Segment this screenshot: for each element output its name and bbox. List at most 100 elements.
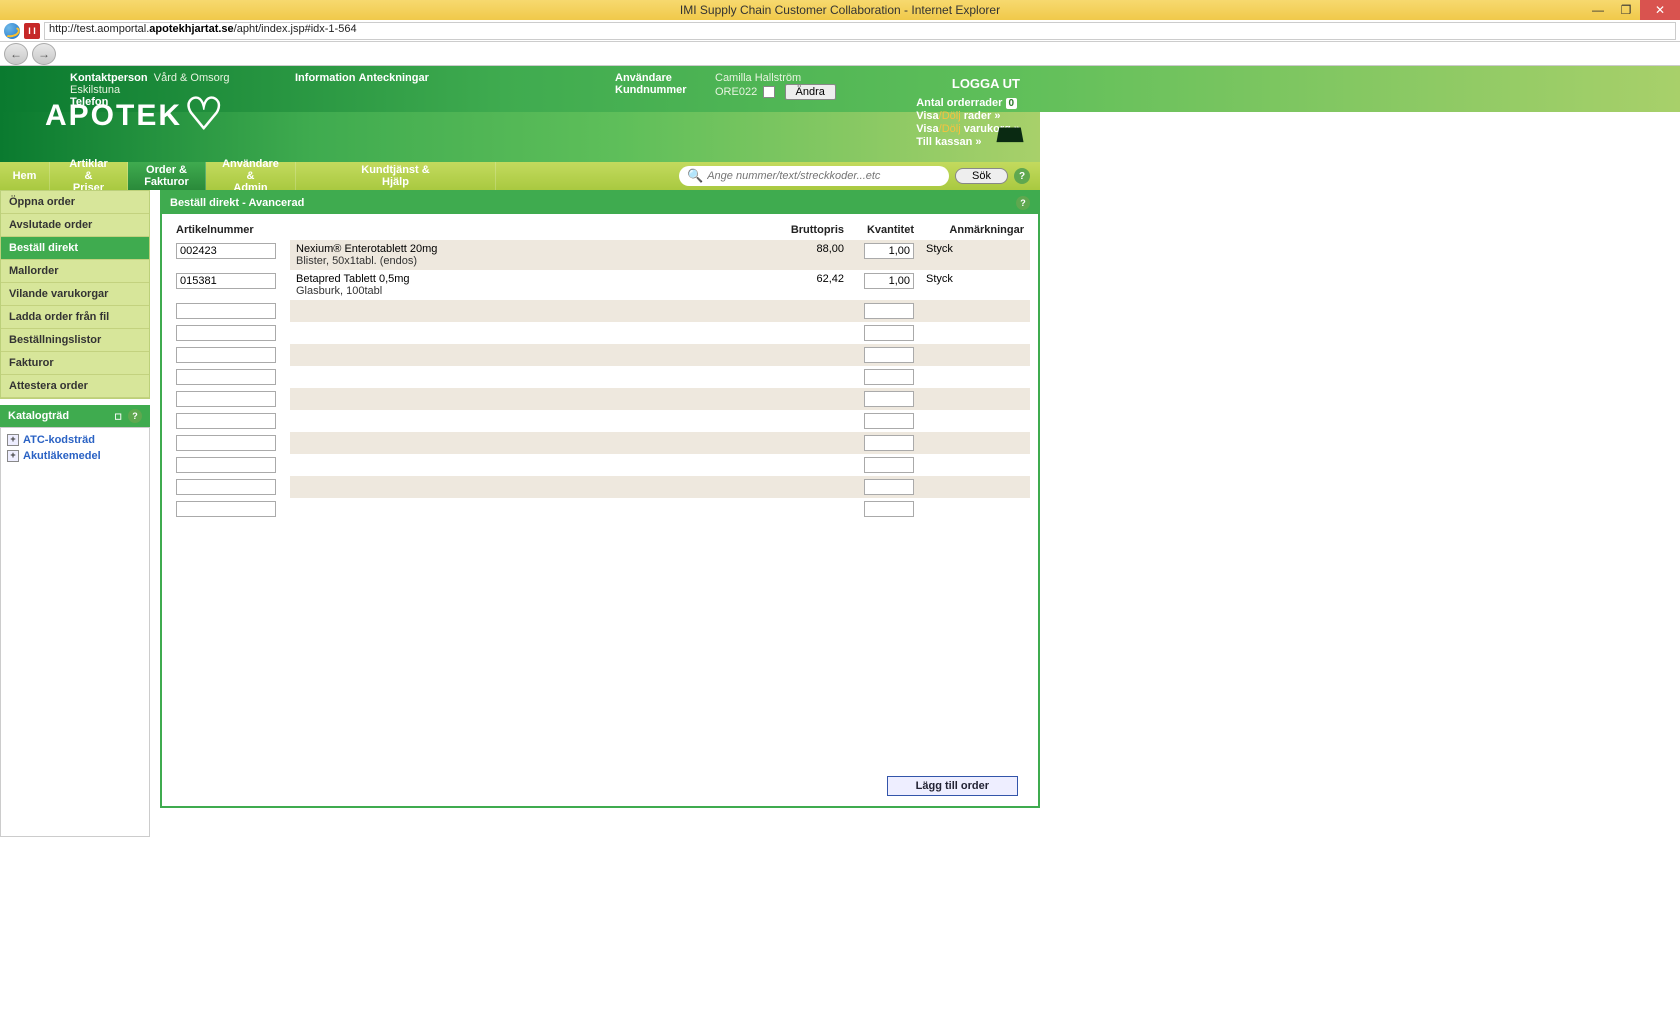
kvantitet-input[interactable] xyxy=(864,457,914,473)
bruttopris-value xyxy=(770,300,850,322)
sidebar-item-beställ-direkt[interactable]: Beställ direkt xyxy=(1,237,149,260)
maximize-button[interactable]: ❐ xyxy=(1612,0,1640,20)
order-table-body: Nexium® Enterotablett 20mgBlister, 50x1t… xyxy=(170,240,1030,520)
kvantitet-input[interactable] xyxy=(864,303,914,319)
sidebar-item-öppna-order[interactable]: Öppna order xyxy=(1,191,149,214)
kontakt-label: Kontaktperson xyxy=(70,72,148,84)
kund-checkbox[interactable] xyxy=(763,86,775,98)
order-panel: Beställ direkt - Avancerad ? Artikelnumm… xyxy=(160,190,1040,808)
tab-hem[interactable]: Hem xyxy=(0,162,50,190)
panel-help-icon[interactable]: ? xyxy=(1016,196,1030,210)
tab-order-fakturor[interactable]: Order &Fakturor xyxy=(128,162,206,190)
artikelnummer-input[interactable] xyxy=(176,391,276,407)
sidebar-item-vilande-varukorgar[interactable]: Vilande varukorgar xyxy=(1,283,149,306)
table-row xyxy=(170,410,1030,432)
artikelnummer-input[interactable] xyxy=(176,501,276,517)
katalog-header[interactable]: Katalogträd ◻ ? xyxy=(0,405,150,427)
forward-button[interactable]: → xyxy=(32,43,56,65)
search-icon: 🔍 xyxy=(687,168,703,184)
unit-value: Styck xyxy=(920,240,1030,270)
information-label: Information xyxy=(295,72,356,84)
kvantitet-input[interactable] xyxy=(864,273,914,289)
main-nav: Hem Artiklar &Priser Order &Fakturor Anv… xyxy=(0,162,1040,190)
kvantitet-input[interactable] xyxy=(864,479,914,495)
artikelnummer-input[interactable] xyxy=(176,243,276,259)
kvantitet-input[interactable] xyxy=(864,435,914,451)
artikelnummer-input[interactable] xyxy=(176,457,276,473)
main-area: Beställ direkt - Avancerad ? Artikelnumm… xyxy=(150,190,1040,837)
katalog-tree: ATC-kodsträdAkutläkemedel xyxy=(0,427,150,837)
search-input-wrap: 🔍 xyxy=(679,166,949,186)
product-package: Glasburk, 100tabl xyxy=(296,285,764,297)
kvantitet-input[interactable] xyxy=(864,501,914,517)
visa-rader-link[interactable]: Visa/Dölj rader » xyxy=(916,110,1000,122)
kvantitet-input[interactable] xyxy=(864,391,914,407)
close-button[interactable]: ✕ xyxy=(1640,0,1680,20)
bruttopris-value xyxy=(770,366,850,388)
tree-item-atc-kodsträd[interactable]: ATC-kodsträd xyxy=(5,432,145,448)
anvandare-label: Användare xyxy=(615,72,672,84)
search-input[interactable] xyxy=(707,170,941,182)
help-icon[interactable]: ? xyxy=(1014,168,1030,184)
unit-value xyxy=(920,498,1030,520)
table-row xyxy=(170,454,1030,476)
table-row: Nexium® Enterotablett 20mgBlister, 50x1t… xyxy=(170,240,1030,270)
url-host: apotekhjartat.se xyxy=(149,23,233,35)
sidebar-item-mallorder[interactable]: Mallorder xyxy=(1,260,149,283)
product-description: Nexium® Enterotablett 20mg xyxy=(296,243,764,255)
unit-value xyxy=(920,432,1030,454)
till-kassan-link[interactable]: Till kassan » xyxy=(916,136,981,148)
ie-icon xyxy=(4,23,20,39)
url-field[interactable]: http://test.aomportal.apotekhjartat.se/a… xyxy=(44,22,1676,40)
andra-button[interactable]: Ändra xyxy=(785,84,836,100)
url-suffix: /apht/index.jsp#idx-1-564 xyxy=(234,23,357,35)
tree-item-akutläkemedel[interactable]: Akutläkemedel xyxy=(5,448,145,464)
sidebar-item-fakturor[interactable]: Fakturor xyxy=(1,352,149,375)
table-row xyxy=(170,388,1030,410)
kundnummer-value: ORE022 xyxy=(715,86,757,98)
artikelnummer-input[interactable] xyxy=(176,435,276,451)
tab-kundtjanst-hjalp[interactable]: Kundtjänst &Hjälp xyxy=(296,162,496,190)
bruttopris-value xyxy=(770,498,850,520)
artikelnummer-input[interactable] xyxy=(176,273,276,289)
kvantitet-input[interactable] xyxy=(864,243,914,259)
cart-icon[interactable] xyxy=(996,127,1023,142)
add-to-order-button[interactable]: Lägg till order xyxy=(887,776,1018,796)
unit-value xyxy=(920,410,1030,432)
unit-value xyxy=(920,366,1030,388)
katalog-expand-icon[interactable]: ◻ xyxy=(114,411,121,422)
product-package: Blister, 50x1tabl. (endos) xyxy=(296,255,764,267)
table-row xyxy=(170,322,1030,344)
kvantitet-input[interactable] xyxy=(864,347,914,363)
katalog-help-icon[interactable]: ? xyxy=(128,409,142,423)
sidebar-item-beställningslistor[interactable]: Beställningslistor xyxy=(1,329,149,352)
table-row xyxy=(170,300,1030,322)
unit-value xyxy=(920,388,1030,410)
artikelnummer-input[interactable] xyxy=(176,479,276,495)
back-button[interactable]: ← xyxy=(4,43,28,65)
tab-anvandare-admin[interactable]: Användare &Admin xyxy=(206,162,296,190)
sidebar-item-avslutade-order[interactable]: Avslutade order xyxy=(1,214,149,237)
search-area: 🔍 Sök ? xyxy=(496,162,1040,190)
bruttopris-value xyxy=(770,388,850,410)
artikelnummer-input[interactable] xyxy=(176,347,276,363)
app-logo: APOTEK xyxy=(45,96,228,133)
unit-value xyxy=(920,300,1030,322)
sidebar-item-ladda-order-från-fil[interactable]: Ladda order från fil xyxy=(1,306,149,329)
col-bruttopris: Bruttopris xyxy=(770,220,850,240)
sidebar-item-attestera-order[interactable]: Attestera order xyxy=(1,375,149,398)
minimize-button[interactable]: — xyxy=(1584,0,1612,20)
artikelnummer-input[interactable] xyxy=(176,413,276,429)
col-kvantitet: Kvantitet xyxy=(850,220,920,240)
artikelnummer-input[interactable] xyxy=(176,303,276,319)
table-row: Betapred Tablett 0,5mgGlasburk, 100tabl6… xyxy=(170,270,1030,300)
unit-value xyxy=(920,476,1030,498)
artikelnummer-input[interactable] xyxy=(176,369,276,385)
artikelnummer-input[interactable] xyxy=(176,325,276,341)
kvantitet-input[interactable] xyxy=(864,369,914,385)
tab-artiklar-priser[interactable]: Artiklar &Priser xyxy=(50,162,128,190)
search-button[interactable]: Sök xyxy=(955,168,1008,184)
kvantitet-input[interactable] xyxy=(864,325,914,341)
logout-link[interactable]: LOGGA UT xyxy=(952,76,1020,91)
kvantitet-input[interactable] xyxy=(864,413,914,429)
